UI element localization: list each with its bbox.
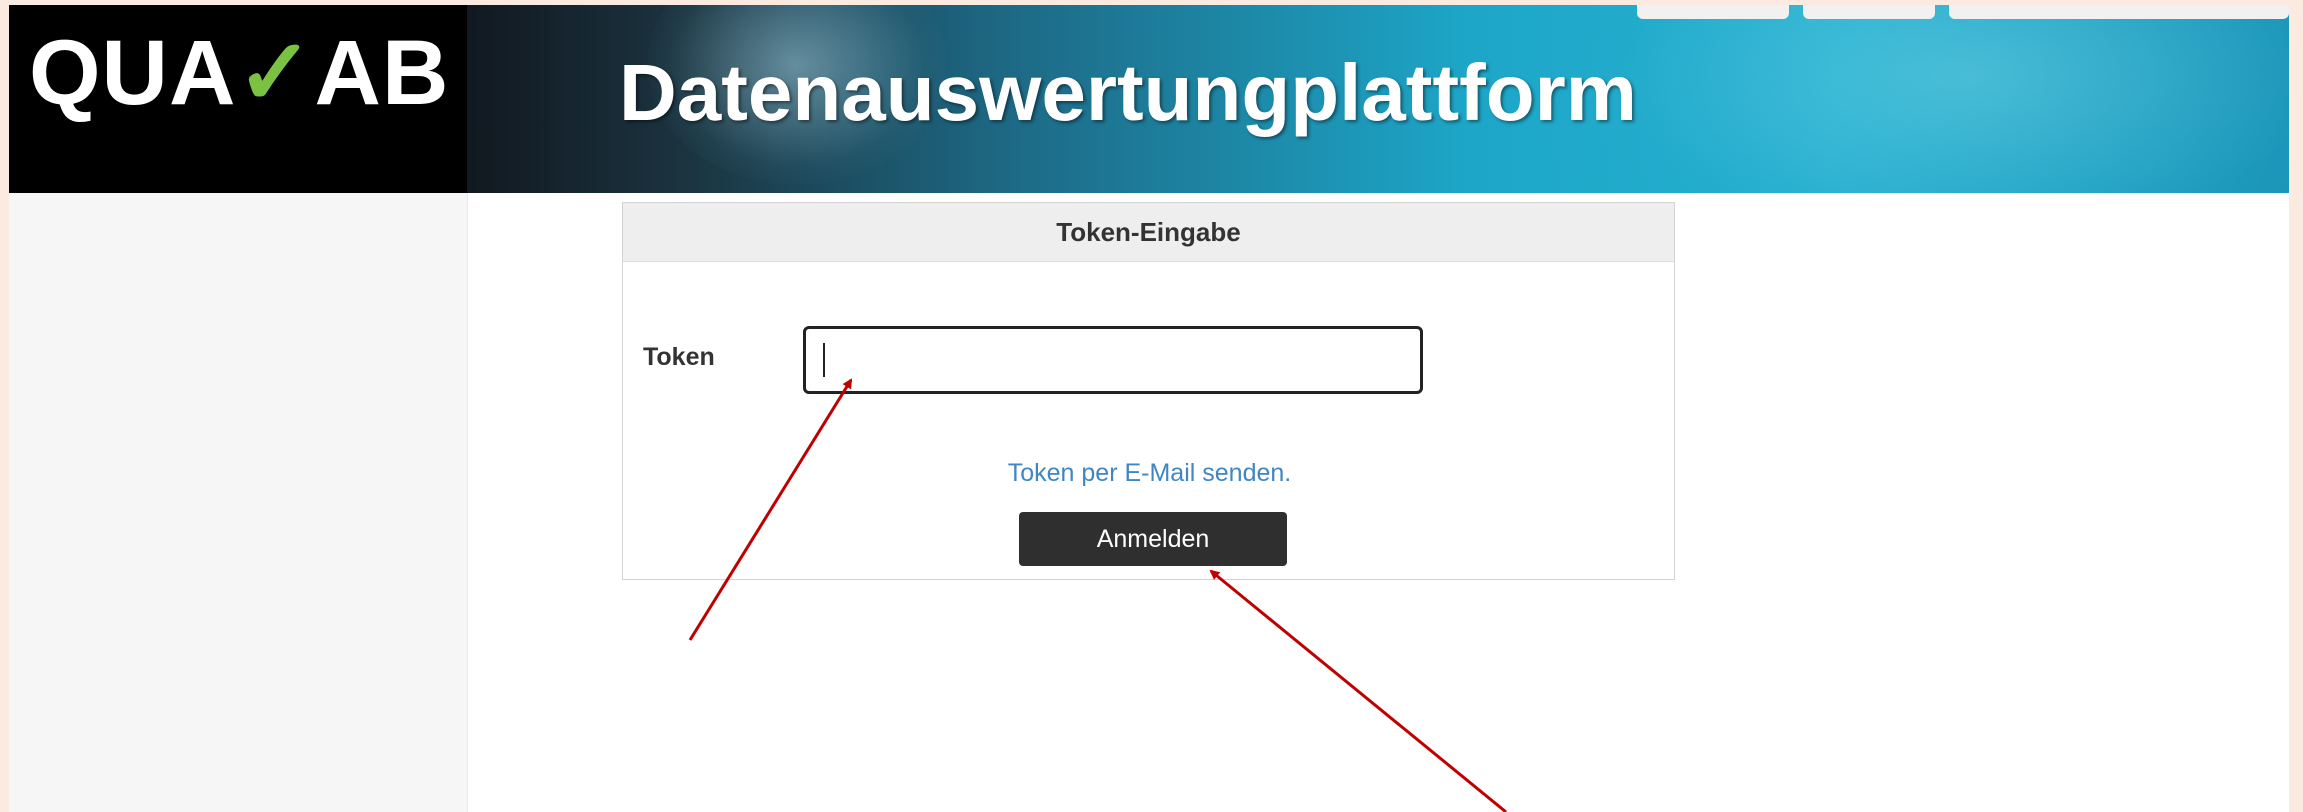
quavab-logo[interactable]: QUA✓AB [29,27,449,119]
platform-title: Datenauswertungplattform [619,48,1637,137]
logo-text-right: AB [314,22,450,124]
top-nav-tab[interactable] [1803,5,1935,19]
text-cursor [823,343,825,377]
site-header: QUA✓AB Datenauswertungplattform [9,5,2289,193]
login-button[interactable]: Anmelden [1019,512,1287,566]
top-nav-tab[interactable] [1637,5,1789,19]
header-banner: Datenauswertungplattform [467,5,2289,193]
token-login-panel: Token-Eingabe Token Token per E-Mail sen… [622,202,1675,580]
page-frame: QUA✓AB Datenauswertungplattform Token-Ei… [9,5,2289,812]
token-label: Token [643,343,715,371]
top-nav-tab[interactable] [1949,5,2289,19]
logo-area: QUA✓AB [9,5,467,193]
send-token-email-link[interactable]: Token per E-Mail senden. [623,459,1676,488]
token-input[interactable] [803,326,1423,394]
logo-check-icon: ✓ [236,22,315,124]
sidebar [9,193,468,812]
panel-title: Token-Eingabe [623,203,1674,262]
logo-text-left: QUA [29,22,237,124]
